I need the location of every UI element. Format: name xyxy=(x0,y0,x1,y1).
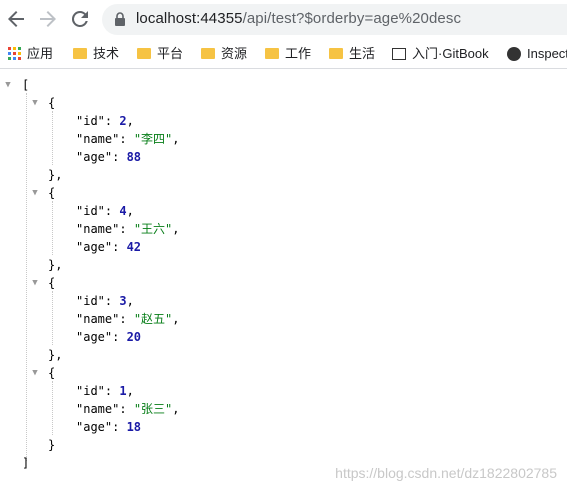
tree-guide-line xyxy=(26,93,28,461)
globe-icon xyxy=(507,46,521,61)
object-close-brace: } xyxy=(48,438,56,452)
browser-toolbar: localhost:44355/api/test?$orderby=age%20… xyxy=(0,0,567,40)
apps-grid-icon xyxy=(8,47,21,61)
json-row-age: "age": 20 xyxy=(76,330,142,344)
object-close-brace: }, xyxy=(48,258,63,272)
item-id-value: 1 xyxy=(119,384,127,398)
object-open-brace: { xyxy=(48,186,56,200)
folder-icon xyxy=(265,48,279,60)
open-bracket: [ xyxy=(22,78,30,92)
collapse-triangle-icon[interactable]: ▼ xyxy=(30,188,40,198)
bookmark-folder-tech[interactable]: 技术 xyxy=(73,44,119,64)
tree-guide-line xyxy=(52,201,54,255)
folder-icon xyxy=(201,48,215,60)
collapse-triangle-icon[interactable]: ▼ xyxy=(30,368,40,378)
folder-icon xyxy=(73,48,87,60)
url-path: /api/test?$orderby=age%20desc xyxy=(242,10,462,27)
collapse-triangle-icon[interactable]: ▼ xyxy=(3,80,13,90)
collapse-triangle-icon[interactable]: ▼ xyxy=(30,98,40,108)
item-age-value: 18 xyxy=(126,420,142,434)
reload-icon[interactable] xyxy=(68,7,92,31)
tree-guide-line xyxy=(52,381,54,435)
watermark-text: https://blog.csdn.net/dz1822802785 xyxy=(335,465,557,481)
bookmark-inspect[interactable]: Inspect xyxy=(507,44,567,64)
object-open-brace: { xyxy=(48,276,56,290)
bookmark-folder-work[interactable]: 工作 xyxy=(265,44,311,64)
item-age-value: 88 xyxy=(126,150,142,164)
json-row-name: "name": "李四", xyxy=(76,132,180,146)
lock-icon xyxy=(114,12,126,26)
json-viewer: ▼ [ ▼ { "id": 2, "name": "李四", "age": 88… xyxy=(0,69,567,493)
item-name-value: "赵五" xyxy=(133,312,173,326)
json-row-age: "age": 42 xyxy=(76,240,142,254)
bookmark-folder-platform[interactable]: 平台 xyxy=(137,44,183,64)
bookmark-folder-life[interactable]: 生活 xyxy=(329,44,375,64)
bookmark-label: 入门·GitBook xyxy=(412,46,489,61)
back-arrow-icon[interactable] xyxy=(4,7,28,31)
object-close-brace: }, xyxy=(48,168,63,182)
bookmark-label: 技术 xyxy=(93,46,120,61)
json-row-age: "age": 88 xyxy=(76,150,142,164)
json-row-id: "id": 2, xyxy=(76,114,134,128)
item-name-value: "李四" xyxy=(133,132,173,146)
json-row-id: "id": 3, xyxy=(76,294,134,308)
bookmark-apps[interactable]: 应用 xyxy=(8,44,53,64)
tree-guide-line xyxy=(52,291,54,345)
json-row-id: "id": 4, xyxy=(76,204,134,218)
object-open-brace: { xyxy=(48,96,56,110)
json-row-age: "age": 18 xyxy=(76,420,142,434)
url-host: localhost:44355 xyxy=(136,10,243,27)
item-age-value: 42 xyxy=(126,240,142,254)
item-id-value: 4 xyxy=(119,204,127,218)
collapse-triangle-icon[interactable]: ▼ xyxy=(30,278,40,288)
url-text: localhost:44355/api/test?$orderby=age%20… xyxy=(136,10,461,27)
address-bar[interactable]: localhost:44355/api/test?$orderby=age%20… xyxy=(102,4,567,35)
item-name-value: "王六" xyxy=(133,222,173,236)
item-name-value: "张三" xyxy=(133,402,173,416)
bookmark-label: Inspect xyxy=(527,46,567,61)
bookmark-folder-resources[interactable]: 资源 xyxy=(201,44,247,64)
json-row-name: "name": "赵五", xyxy=(76,312,180,326)
bookmark-label: 应用 xyxy=(27,46,54,61)
item-id-value: 3 xyxy=(119,294,127,308)
folder-icon xyxy=(329,48,343,60)
object-close-brace: }, xyxy=(48,348,63,362)
bookmarks-bar: 应用 技术 平台 资源 工作 生活 入门·GitBook Inspect xyxy=(0,40,567,69)
bookmark-label: 生活 xyxy=(349,46,376,61)
bookmark-label: 工作 xyxy=(285,46,312,61)
json-row-id: "id": 1, xyxy=(76,384,134,398)
close-bracket: ] xyxy=(22,456,30,470)
json-row-name: "name": "王六", xyxy=(76,222,180,236)
folder-icon xyxy=(137,48,151,60)
book-icon xyxy=(392,47,406,60)
bookmark-gitbook[interactable]: 入门·GitBook xyxy=(392,44,489,64)
object-open-brace: { xyxy=(48,366,56,380)
json-row-name: "name": "张三", xyxy=(76,402,180,416)
forward-arrow-icon[interactable] xyxy=(36,7,60,31)
bookmark-label: 资源 xyxy=(221,46,248,61)
tree-guide-line xyxy=(52,111,54,165)
item-age-value: 20 xyxy=(126,330,142,344)
bookmark-label: 平台 xyxy=(157,46,184,61)
item-id-value: 2 xyxy=(119,114,127,128)
